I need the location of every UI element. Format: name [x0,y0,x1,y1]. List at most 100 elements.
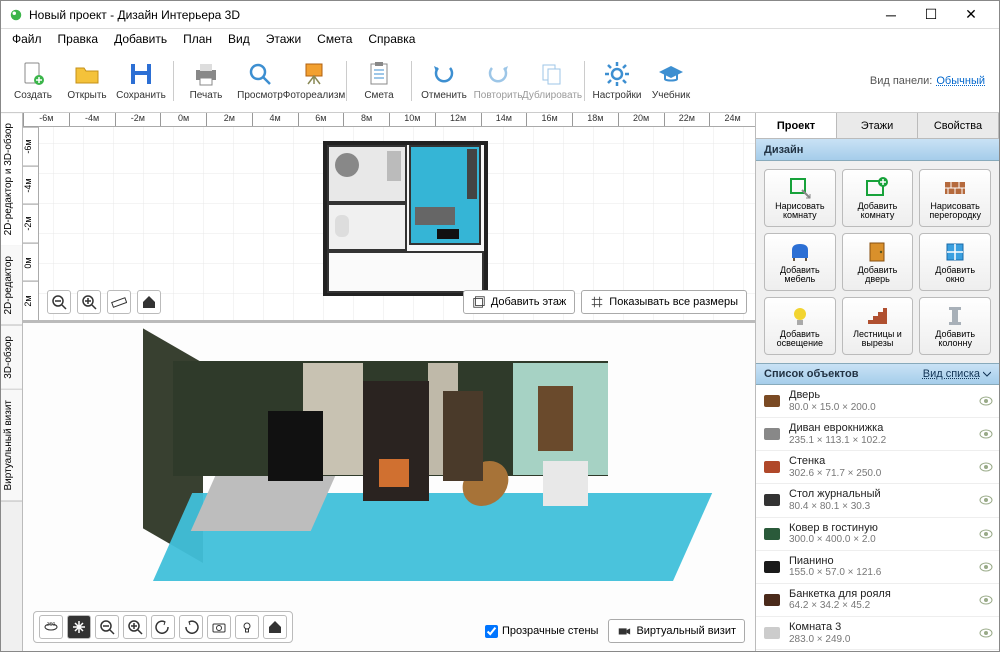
ruler-h-tick: 24м [709,113,755,126]
add-column-tool[interactable]: Добавить колонну [919,297,991,355]
pan-button[interactable] [67,615,91,639]
preview-button[interactable]: Просмотр [234,52,286,110]
add-column-icon [943,304,967,328]
room-bathroom[interactable] [327,145,407,203]
view-3d-canvas[interactable]: 360 Прозрачные стены Виртуальный визит [23,323,755,651]
visibility-toggle[interactable] [979,527,993,541]
visibility-toggle[interactable] [979,560,993,574]
right-tab-Свойства[interactable]: Свойства [918,113,999,138]
main-area: 2D-редактор и 3D-обзор2D-редактор3D-обзо… [1,113,999,651]
object-list-title: Список объектов [764,368,858,380]
camera-button[interactable] [207,615,231,639]
estimate-button[interactable]: Смета [353,52,405,110]
visibility-toggle[interactable] [979,593,993,607]
copy-icon [538,60,566,88]
measure-button[interactable] [107,290,131,314]
ruler-h-tick: 6м [298,113,344,126]
orbit-left-button[interactable] [151,615,175,639]
menu-правка[interactable]: Правка [51,30,106,48]
stairs-tool[interactable]: Лестницы и вырезы [842,297,914,355]
undo-button[interactable]: Отменить [418,52,470,110]
object-item[interactable]: Стенка302.6 × 71.7 × 250.0 [756,451,999,484]
draw-wall-tool[interactable]: Нарисовать перегородку [919,169,991,227]
tutorial-label: Учебник [652,90,690,101]
visibility-toggle[interactable] [979,626,993,640]
zoom-out-3d-button[interactable] [95,615,119,639]
object-item[interactable]: Дверь80.0 × 15.0 × 200.0 [756,385,999,418]
draw-wall-icon [943,176,967,200]
room-wc[interactable] [327,203,407,251]
object-item[interactable]: Диван еврокнижка235.1 × 113.1 × 102.2 [756,418,999,451]
minimize-button[interactable]: ─ [871,3,911,27]
rotate-360-button[interactable]: 360 [39,615,63,639]
left-tab-2[interactable]: 3D-обзор [1,326,22,390]
panel-label-text: Вид панели: [870,75,932,87]
add-light-tool[interactable]: Добавить освещение [764,297,836,355]
menu-план[interactable]: План [176,30,219,48]
menu-смета[interactable]: Смета [310,30,359,48]
maximize-button[interactable]: ☐ [911,3,951,27]
menu-этажи[interactable]: Этажи [259,30,308,48]
add-furniture-tool[interactable]: Добавить мебель [764,233,836,291]
draw-room-tool[interactable]: Нарисовать комнату [764,169,836,227]
save-button[interactable]: Сохранить [115,52,167,110]
panel-view-link[interactable]: Обычный [936,75,985,87]
add-floor-button[interactable]: Добавить этаж [463,290,575,314]
menu-справка[interactable]: Справка [361,30,422,48]
add-window-tool[interactable]: Добавить окно [919,233,991,291]
photoreal-button[interactable]: Фотореализм [288,52,340,110]
tutorial-button[interactable]: Учебник [645,52,697,110]
visibility-toggle[interactable] [979,460,993,474]
show-dimensions-button[interactable]: Показывать все размеры [581,290,747,314]
object-item[interactable]: Стол журнальный80.4 × 80.1 × 30.3 [756,484,999,517]
home-button[interactable] [137,290,161,314]
menu-вид[interactable]: Вид [221,30,257,48]
preview-label: Просмотр [237,90,283,101]
right-tab-Этажи[interactable]: Этажи [837,113,918,138]
add-column-label: Добавить колонну [935,330,975,349]
settings-button[interactable]: Настройки [591,52,643,110]
visibility-toggle[interactable] [979,427,993,441]
object-icon [762,557,782,577]
draw-wall-label: Нарисовать перегородку [929,202,981,221]
object-item[interactable]: Пианино155.0 × 57.0 × 121.6 [756,551,999,584]
save-label: Сохранить [116,90,166,101]
object-item[interactable]: Банкетка для рояля64.2 × 34.2 × 45.2 [756,584,999,617]
add-door-tool[interactable]: Добавить дверь [842,233,914,291]
transparent-walls-input[interactable] [485,625,498,638]
virtual-visit-button[interactable]: Виртуальный визит [608,619,745,643]
add-room-tool[interactable]: Добавить комнату [842,169,914,227]
zoom-in-button[interactable] [77,290,101,314]
left-tab-0[interactable]: 2D-редактор и 3D-обзор [1,113,22,246]
ruler-horizontal: -6м-4м-2м0м2м4м6м8м10м12м14м16м18м20м22м… [23,113,755,127]
transparent-walls-checkbox[interactable]: Прозрачные стены [485,625,598,638]
object-item[interactable]: Ковер в гостиную300.0 × 400.0 × 2.0 [756,518,999,551]
room-living[interactable] [409,145,481,245]
object-item[interactable]: Комната 3283.0 × 249.0 [756,617,999,650]
close-button[interactable]: ✕ [951,3,991,27]
create-button[interactable]: Создать [7,52,59,110]
orbit-right-button[interactable] [179,615,203,639]
open-button[interactable]: Открыть [61,52,113,110]
zoom-in-3d-button[interactable] [123,615,147,639]
visibility-toggle[interactable] [979,493,993,507]
floorplan[interactable] [323,141,488,296]
menu-файл[interactable]: Файл [5,30,49,48]
visibility-toggle[interactable] [979,394,993,408]
zoom-out-button[interactable] [47,290,71,314]
menu-добавить[interactable]: Добавить [107,30,174,48]
left-tab-3[interactable]: Виртуальный визит [1,390,22,502]
estimate-label: Смета [364,90,393,101]
left-tab-1[interactable]: 2D-редактор [1,246,22,326]
object-list[interactable]: Дверь80.0 × 15.0 × 200.0 Диван еврокнижк… [756,385,999,651]
room-hall[interactable] [327,251,484,293]
home-3d-button[interactable] [263,615,287,639]
light-button[interactable] [235,615,259,639]
plan-2d-canvas[interactable]: -6м-4м-2м0м2м4м6м8м10м12м14м16м18м20м22м… [23,113,755,323]
draw-room-icon [788,176,812,200]
object-icon [762,524,782,544]
object-text: Дверь80.0 × 15.0 × 200.0 [789,389,972,413]
print-button[interactable]: Печать [180,52,232,110]
right-tab-Проект[interactable]: Проект [756,113,837,138]
list-view-link[interactable]: Вид списка [923,368,991,380]
